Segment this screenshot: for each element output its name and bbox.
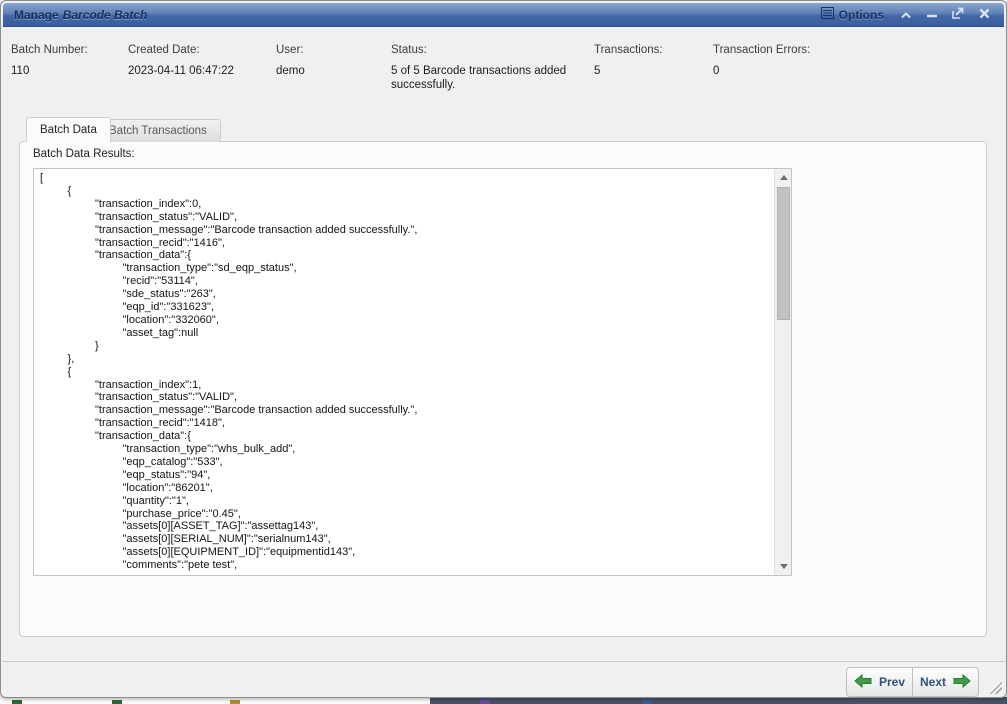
scroll-down-button[interactable] bbox=[775, 558, 792, 575]
prev-button[interactable]: Prev bbox=[847, 668, 912, 696]
close-button[interactable] bbox=[974, 6, 994, 24]
window-title-prefix: Manage bbox=[14, 8, 59, 22]
next-label: Next bbox=[920, 675, 946, 689]
background-fleck bbox=[230, 700, 240, 704]
options-label: Options bbox=[839, 8, 884, 22]
batch-summary-header: Batch Number: 110 Created Date: 2023-04-… bbox=[1, 28, 1006, 108]
collapse-button[interactable] bbox=[896, 6, 916, 24]
next-button[interactable]: Next bbox=[912, 668, 978, 696]
green-arrow-right-icon bbox=[953, 674, 971, 691]
field-value: 5 of 5 Barcode transactions added succes… bbox=[391, 64, 581, 92]
field-label: Transactions: bbox=[594, 44, 663, 56]
batch-data-results-textarea[interactable]: [ { "transaction_index":0, "transaction_… bbox=[33, 168, 792, 576]
field-label: Transaction Errors: bbox=[713, 44, 810, 56]
scroll-up-button[interactable] bbox=[775, 169, 792, 186]
footer-divider bbox=[2, 661, 1005, 662]
titlebar[interactable]: Manage Barcode Batch Options bbox=[3, 3, 1004, 27]
minus-icon bbox=[926, 6, 938, 24]
field-status: Status: 5 of 5 Barcode transactions adde… bbox=[391, 44, 581, 92]
manage-barcode-batch-window: Manage Barcode Batch Options bbox=[0, 0, 1007, 698]
menu-grid-icon bbox=[821, 6, 834, 24]
batch-data-json-text: [ { "transaction_index":0, "transaction_… bbox=[34, 169, 774, 575]
pager-button-group: Prev Next bbox=[846, 667, 979, 697]
window-title-emphasis: Barcode Batch bbox=[63, 8, 148, 22]
field-transaction-errors: Transaction Errors: 0 bbox=[713, 44, 810, 78]
close-icon bbox=[979, 6, 990, 24]
resize-grip[interactable] bbox=[990, 682, 1002, 694]
field-created-date: Created Date: 2023-04-11 06:47:22 bbox=[128, 44, 234, 78]
background-fleck bbox=[480, 700, 490, 704]
field-value: 5 bbox=[594, 64, 663, 78]
chevron-up-icon bbox=[900, 6, 912, 24]
minimize-button[interactable] bbox=[922, 6, 942, 24]
background-fleck bbox=[112, 700, 122, 704]
background-fleck bbox=[12, 700, 22, 704]
field-user: User: demo bbox=[276, 44, 305, 78]
tab-batch-transactions[interactable]: Batch Transactions bbox=[95, 119, 221, 142]
prev-label: Prev bbox=[879, 675, 905, 689]
field-batch-number: Batch Number: 110 bbox=[11, 44, 88, 78]
field-label: Batch Number: bbox=[11, 44, 88, 56]
triangle-down-icon bbox=[780, 564, 788, 569]
vertical-scrollbar[interactable] bbox=[774, 169, 791, 575]
batch-data-results-label: Batch Data Results: bbox=[33, 148, 135, 160]
window-title: Manage Barcode Batch bbox=[14, 8, 147, 22]
field-label: Status: bbox=[391, 44, 581, 56]
tab-batch-data[interactable]: Batch Data bbox=[26, 117, 111, 142]
expand-icon bbox=[952, 6, 964, 24]
scrollbar-thumb[interactable] bbox=[777, 187, 790, 320]
background-dark-band bbox=[430, 697, 1007, 704]
field-label: Created Date: bbox=[128, 44, 234, 56]
options-button[interactable]: Options bbox=[815, 4, 890, 26]
popout-button[interactable] bbox=[948, 6, 968, 24]
field-value: 110 bbox=[11, 64, 88, 78]
field-value: demo bbox=[276, 64, 305, 78]
background-fleck bbox=[642, 700, 652, 704]
field-value: 2023-04-11 06:47:22 bbox=[128, 64, 234, 78]
green-arrow-left-icon bbox=[854, 674, 872, 691]
field-value: 0 bbox=[713, 64, 810, 78]
field-transactions: Transactions: 5 bbox=[594, 44, 663, 78]
field-label: User: bbox=[276, 44, 305, 56]
triangle-up-icon bbox=[780, 175, 788, 180]
